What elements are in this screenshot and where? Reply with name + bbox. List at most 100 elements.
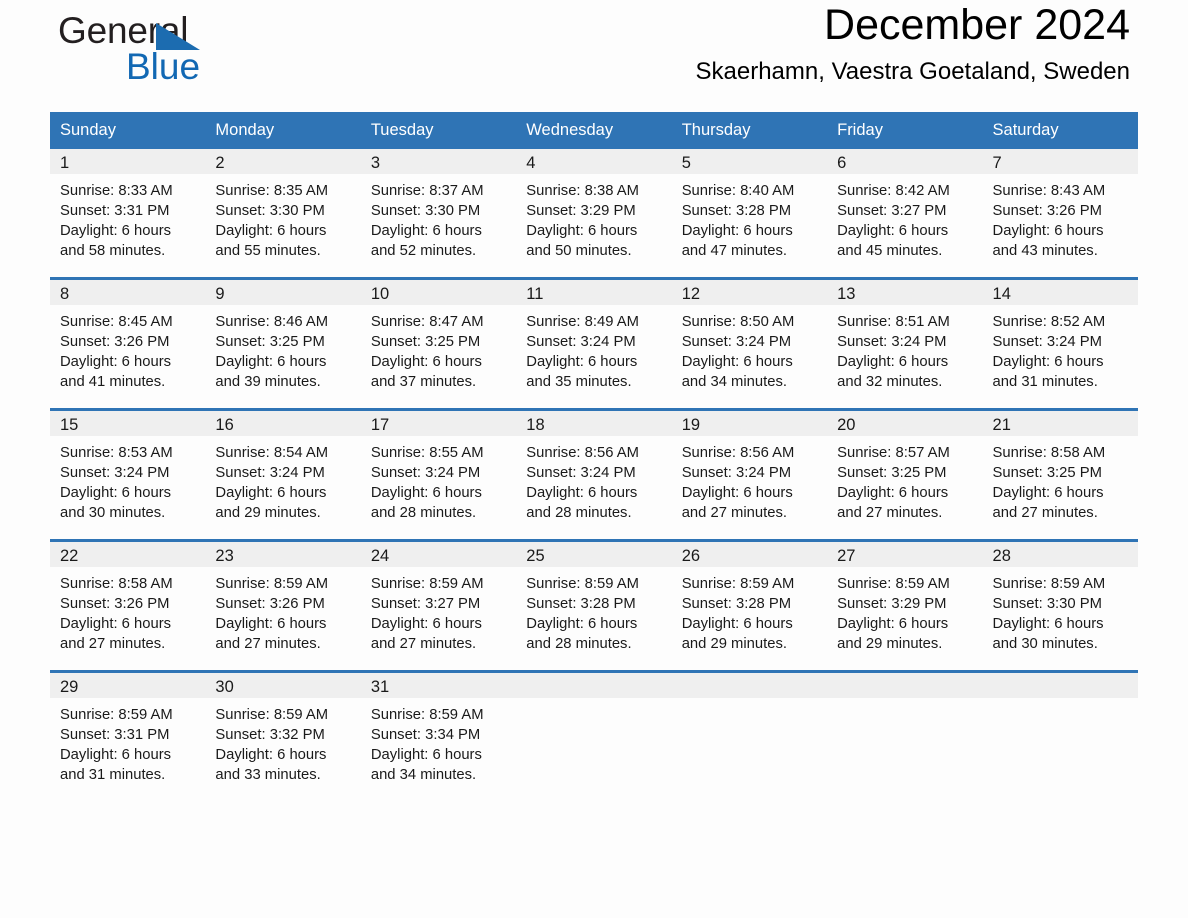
daylight-text-line1: Daylight: 6 hours bbox=[992, 223, 1104, 239]
calendar-day-cell[interactable]: 22 Sunrise: 8:58 AM Sunset: 3:26 PM Dayligh… bbox=[50, 539, 206, 672]
sunset-text: Sunset: 3:24 PM bbox=[526, 465, 636, 481]
day-number: 18 bbox=[516, 411, 672, 436]
sunset-text: Sunset: 3:29 PM bbox=[526, 203, 636, 219]
calendar-day-cell[interactable]: 11 Sunrise: 8:49 AM Sunset: 3:24 PM Dayligh… bbox=[516, 277, 672, 410]
sunrise-text: Sunrise: 8:59 AM bbox=[992, 576, 1106, 592]
calendar-header-row: Sunday Monday Tuesday Wednesday Thursday… bbox=[50, 112, 1138, 149]
calendar-day-cell[interactable]: 31 Sunrise: 8:59 AM Sunset: 3:34 PM Dayligh… bbox=[360, 670, 517, 801]
calendar-day-cell[interactable]: 3 Sunrise: 8:37 AM Sunset: 3:30 PM Daylight… bbox=[360, 149, 517, 279]
daylight-text-line2: and 45 minutes. bbox=[837, 243, 943, 259]
day-cell-content: 17 Sunrise: 8:55 AM Sunset: 3:24 PM Dayligh… bbox=[360, 411, 517, 539]
calendar-day-cell[interactable]: 30 Sunrise: 8:59 AM Sunset: 3:32 PM Dayligh… bbox=[205, 670, 361, 801]
daylight-text-line1: Daylight: 6 hours bbox=[215, 747, 327, 763]
day-info: Sunrise: 8:59 AM Sunset: 3:34 PM Daylight:… bbox=[361, 698, 516, 785]
day-cell-content: 23 Sunrise: 8:59 AM Sunset: 3:26 PM Dayligh… bbox=[205, 542, 361, 670]
calendar-day-cell[interactable]: 8 Sunrise: 8:45 AM Sunset: 3:26 PM Daylight… bbox=[50, 277, 206, 410]
daylight-text-line1: Daylight: 6 hours bbox=[681, 223, 793, 239]
calendar-day-cell[interactable]: 1 Sunrise: 8:33 AM Sunset: 3:31 PM Daylight… bbox=[50, 149, 206, 279]
calendar-day-cell[interactable]: 19 Sunrise: 8:56 AM Sunset: 3:24 PM Dayligh… bbox=[671, 408, 828, 541]
calendar-day-cell bbox=[982, 670, 1138, 801]
sunrise-text: Sunrise: 8:52 AM bbox=[992, 314, 1106, 330]
weekday-header-monday: Monday bbox=[205, 112, 361, 149]
day-cell-content: 28 Sunrise: 8:59 AM Sunset: 3:30 PM Dayligh… bbox=[982, 542, 1138, 670]
day-cell-content: 27 Sunrise: 8:59 AM Sunset: 3:29 PM Dayligh… bbox=[827, 542, 983, 670]
calendar-day-cell[interactable]: 13 Sunrise: 8:51 AM Sunset: 3:24 PM Dayligh… bbox=[827, 277, 983, 410]
day-number: 28 bbox=[982, 542, 1138, 567]
sunrise-sunset-calendar: Sunday Monday Tuesday Wednesday Thursday… bbox=[50, 112, 1138, 801]
calendar-day-cell[interactable]: 16 Sunrise: 8:54 AM Sunset: 3:24 PM Dayligh… bbox=[205, 408, 361, 541]
day-number: 2 bbox=[205, 149, 361, 174]
day-info: Sunrise: 8:40 AM Sunset: 3:28 PM Daylight:… bbox=[672, 174, 827, 261]
calendar-day-cell[interactable]: 9 Sunrise: 8:46 AM Sunset: 3:25 PM Daylight… bbox=[205, 277, 361, 410]
calendar-day-cell[interactable]: 5 Sunrise: 8:40 AM Sunset: 3:28 PM Daylight… bbox=[671, 149, 828, 279]
sunrise-text: Sunrise: 8:59 AM bbox=[681, 576, 795, 592]
calendar-day-cell[interactable]: 2 Sunrise: 8:35 AM Sunset: 3:30 PM Daylight… bbox=[205, 149, 361, 279]
calendar-day-cell[interactable]: 6 Sunrise: 8:42 AM Sunset: 3:27 PM Daylight… bbox=[827, 149, 983, 279]
calendar-day-cell[interactable]: 24 Sunrise: 8:59 AM Sunset: 3:27 PM Dayligh… bbox=[360, 539, 517, 672]
daylight-text-line1: Daylight: 6 hours bbox=[370, 616, 482, 632]
daylight-text-line2: and 52 minutes. bbox=[370, 243, 477, 259]
daylight-text-line1: Daylight: 6 hours bbox=[837, 354, 949, 370]
day-number: 7 bbox=[982, 149, 1138, 174]
day-info: Sunrise: 8:59 AM Sunset: 3:28 PM Daylight:… bbox=[516, 567, 671, 654]
daylight-text-line2: and 28 minutes. bbox=[370, 505, 477, 521]
daylight-text-line2: and 27 minutes. bbox=[837, 505, 943, 521]
calendar-day-cell[interactable]: 4 Sunrise: 8:38 AM Sunset: 3:29 PM Daylight… bbox=[516, 149, 672, 279]
daylight-text-line2: and 37 minutes. bbox=[370, 374, 477, 390]
calendar-day-cell[interactable]: 7 Sunrise: 8:43 AM Sunset: 3:26 PM Daylight… bbox=[982, 149, 1138, 279]
calendar-day-cell[interactable]: 28 Sunrise: 8:59 AM Sunset: 3:30 PM Dayligh… bbox=[982, 539, 1138, 672]
calendar-body: 1 Sunrise: 8:33 AM Sunset: 3:31 PM Daylight… bbox=[50, 149, 1138, 801]
daylight-text-line2: and 27 minutes. bbox=[370, 636, 477, 652]
calendar-day-cell[interactable]: 29 Sunrise: 8:59 AM Sunset: 3:31 PM Dayligh… bbox=[50, 670, 206, 801]
calendar-day-cell[interactable]: 14 Sunrise: 8:52 AM Sunset: 3:24 PM Dayligh… bbox=[982, 277, 1138, 410]
page-title: December 2024 bbox=[824, 1, 1130, 49]
day-cell-content bbox=[827, 673, 983, 801]
sunset-text: Sunset: 3:25 PM bbox=[215, 334, 325, 350]
sunrise-text: Sunrise: 8:57 AM bbox=[837, 445, 950, 461]
day-cell-content bbox=[982, 673, 1138, 801]
day-cell-content: 4 Sunrise: 8:38 AM Sunset: 3:29 PM Daylight… bbox=[516, 149, 672, 277]
calendar-day-cell[interactable]: 25 Sunrise: 8:59 AM Sunset: 3:28 PM Dayligh… bbox=[516, 539, 672, 672]
calendar-day-cell[interactable]: 20 Sunrise: 8:57 AM Sunset: 3:25 PM Dayligh… bbox=[827, 408, 983, 541]
day-number: 13 bbox=[827, 280, 983, 305]
sunset-text: Sunset: 3:28 PM bbox=[681, 596, 792, 612]
day-number bbox=[827, 673, 983, 698]
day-cell-content: 9 Sunrise: 8:46 AM Sunset: 3:25 PM Daylight… bbox=[205, 280, 361, 408]
day-number: 19 bbox=[671, 411, 828, 436]
day-info: Sunrise: 8:53 AM Sunset: 3:24 PM Daylight:… bbox=[50, 436, 205, 523]
calendar-day-cell[interactable]: 23 Sunrise: 8:59 AM Sunset: 3:26 PM Dayligh… bbox=[205, 539, 361, 672]
calendar-day-cell[interactable]: 15 Sunrise: 8:53 AM Sunset: 3:24 PM Dayligh… bbox=[50, 408, 206, 541]
day-cell-content: 29 Sunrise: 8:59 AM Sunset: 3:31 PM Dayligh… bbox=[50, 673, 206, 801]
sunrise-text: Sunrise: 8:59 AM bbox=[370, 576, 484, 592]
daylight-text-line2: and 33 minutes. bbox=[215, 767, 321, 783]
calendar-day-cell[interactable]: 10 Sunrise: 8:47 AM Sunset: 3:25 PM Dayligh… bbox=[360, 277, 517, 410]
calendar-day-cell[interactable]: 18 Sunrise: 8:56 AM Sunset: 3:24 PM Dayligh… bbox=[516, 408, 672, 541]
sunset-text: Sunset: 3:31 PM bbox=[60, 727, 170, 743]
day-info: Sunrise: 8:52 AM Sunset: 3:24 PM Daylight:… bbox=[983, 305, 1138, 392]
daylight-text-line1: Daylight: 6 hours bbox=[681, 485, 793, 501]
weekday-header-sunday: Sunday bbox=[50, 112, 206, 149]
day-number bbox=[516, 673, 672, 698]
calendar-day-cell[interactable]: 26 Sunrise: 8:59 AM Sunset: 3:28 PM Dayligh… bbox=[671, 539, 828, 672]
calendar-day-cell[interactable]: 17 Sunrise: 8:55 AM Sunset: 3:24 PM Dayligh… bbox=[360, 408, 517, 541]
day-cell-content: 18 Sunrise: 8:56 AM Sunset: 3:24 PM Dayligh… bbox=[516, 411, 672, 539]
day-info: Sunrise: 8:33 AM Sunset: 3:31 PM Daylight:… bbox=[50, 174, 205, 261]
daylight-text-line1: Daylight: 6 hours bbox=[370, 485, 482, 501]
daylight-text-line2: and 43 minutes. bbox=[992, 243, 1098, 259]
sunrise-text: Sunrise: 8:33 AM bbox=[60, 183, 173, 199]
weekday-header-thursday: Thursday bbox=[671, 112, 828, 149]
calendar-day-cell[interactable]: 27 Sunrise: 8:59 AM Sunset: 3:29 PM Dayligh… bbox=[827, 539, 983, 672]
daylight-text-line1: Daylight: 6 hours bbox=[370, 747, 482, 763]
daylight-text-line1: Daylight: 6 hours bbox=[681, 354, 793, 370]
daylight-text-line2: and 29 minutes. bbox=[681, 636, 787, 652]
day-number: 27 bbox=[827, 542, 983, 567]
calendar-day-cell[interactable]: 21 Sunrise: 8:58 AM Sunset: 3:25 PM Dayligh… bbox=[982, 408, 1138, 541]
sunrise-text: Sunrise: 8:58 AM bbox=[60, 576, 173, 592]
calendar-day-cell[interactable]: 12 Sunrise: 8:50 AM Sunset: 3:24 PM Dayligh… bbox=[671, 277, 828, 410]
day-info: Sunrise: 8:46 AM Sunset: 3:25 PM Daylight:… bbox=[205, 305, 360, 392]
daylight-text-line1: Daylight: 6 hours bbox=[526, 485, 638, 501]
day-cell-content bbox=[671, 673, 828, 801]
sunset-text: Sunset: 3:27 PM bbox=[837, 203, 947, 219]
daylight-text-line1: Daylight: 6 hours bbox=[370, 223, 482, 239]
sunset-text: Sunset: 3:24 PM bbox=[681, 465, 792, 481]
